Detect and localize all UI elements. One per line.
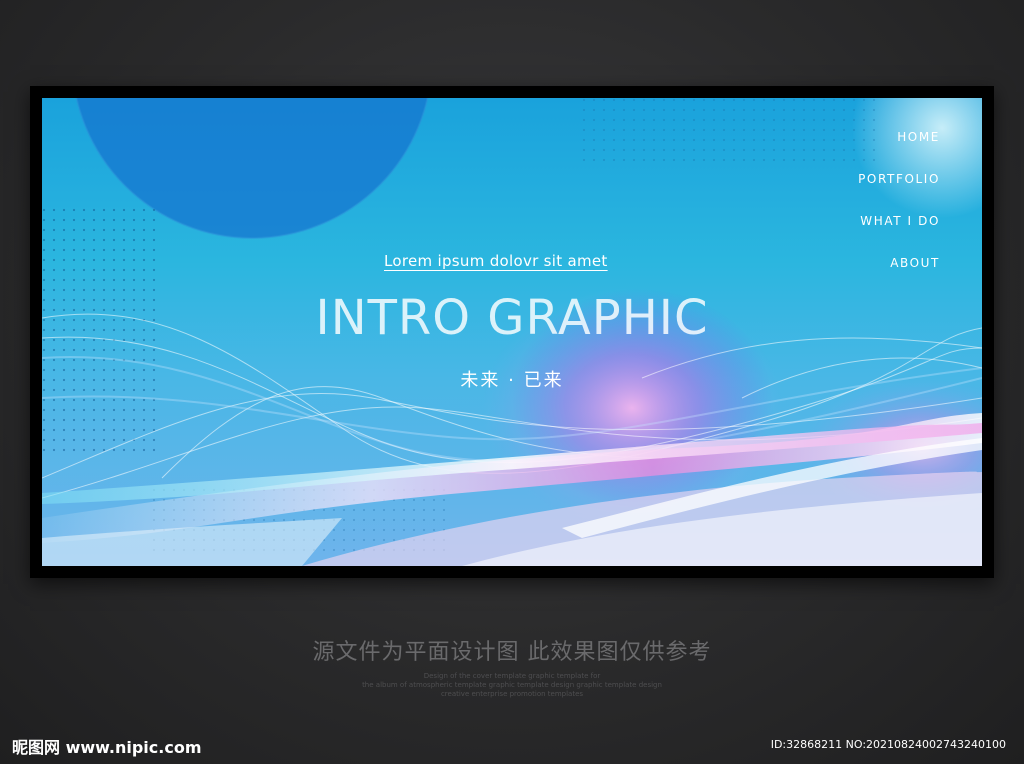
nav-item-portfolio[interactable]: PORTFOLIO xyxy=(858,170,940,212)
fine-print-line: the album of atmospheric template graphi… xyxy=(362,681,662,689)
nav-item-what-i-do[interactable]: WHAT I DO xyxy=(858,212,940,254)
top-nav: HOME PORTFOLIO WHAT I DO ABOUT xyxy=(858,128,940,296)
caption-note: 源文件为平面设计图 此效果图仅供参考 xyxy=(312,640,712,665)
tagline: 未来 · 已来 xyxy=(460,370,564,391)
fine-print-line: Design of the cover template graphic tem… xyxy=(423,672,601,680)
intro-link[interactable]: Lorem ipsum dolovr sit amet xyxy=(384,252,608,270)
headline-title: INTRO GRAPHIC xyxy=(315,290,709,346)
hero-banner: Lorem ipsum dolovr sit amet INTRO GRAPHI… xyxy=(42,98,982,566)
fine-print: Design of the cover template graphic tem… xyxy=(0,672,1024,699)
watermark-logo: 昵图网 www.nipic.com xyxy=(12,738,202,757)
fine-print-line: creative enterprise promotion templates xyxy=(440,690,584,698)
nav-item-home[interactable]: HOME xyxy=(858,128,940,170)
nav-item-about[interactable]: ABOUT xyxy=(858,254,940,296)
watermark-id: ID:32868211 NO:20210824002743240100 xyxy=(770,738,1006,751)
